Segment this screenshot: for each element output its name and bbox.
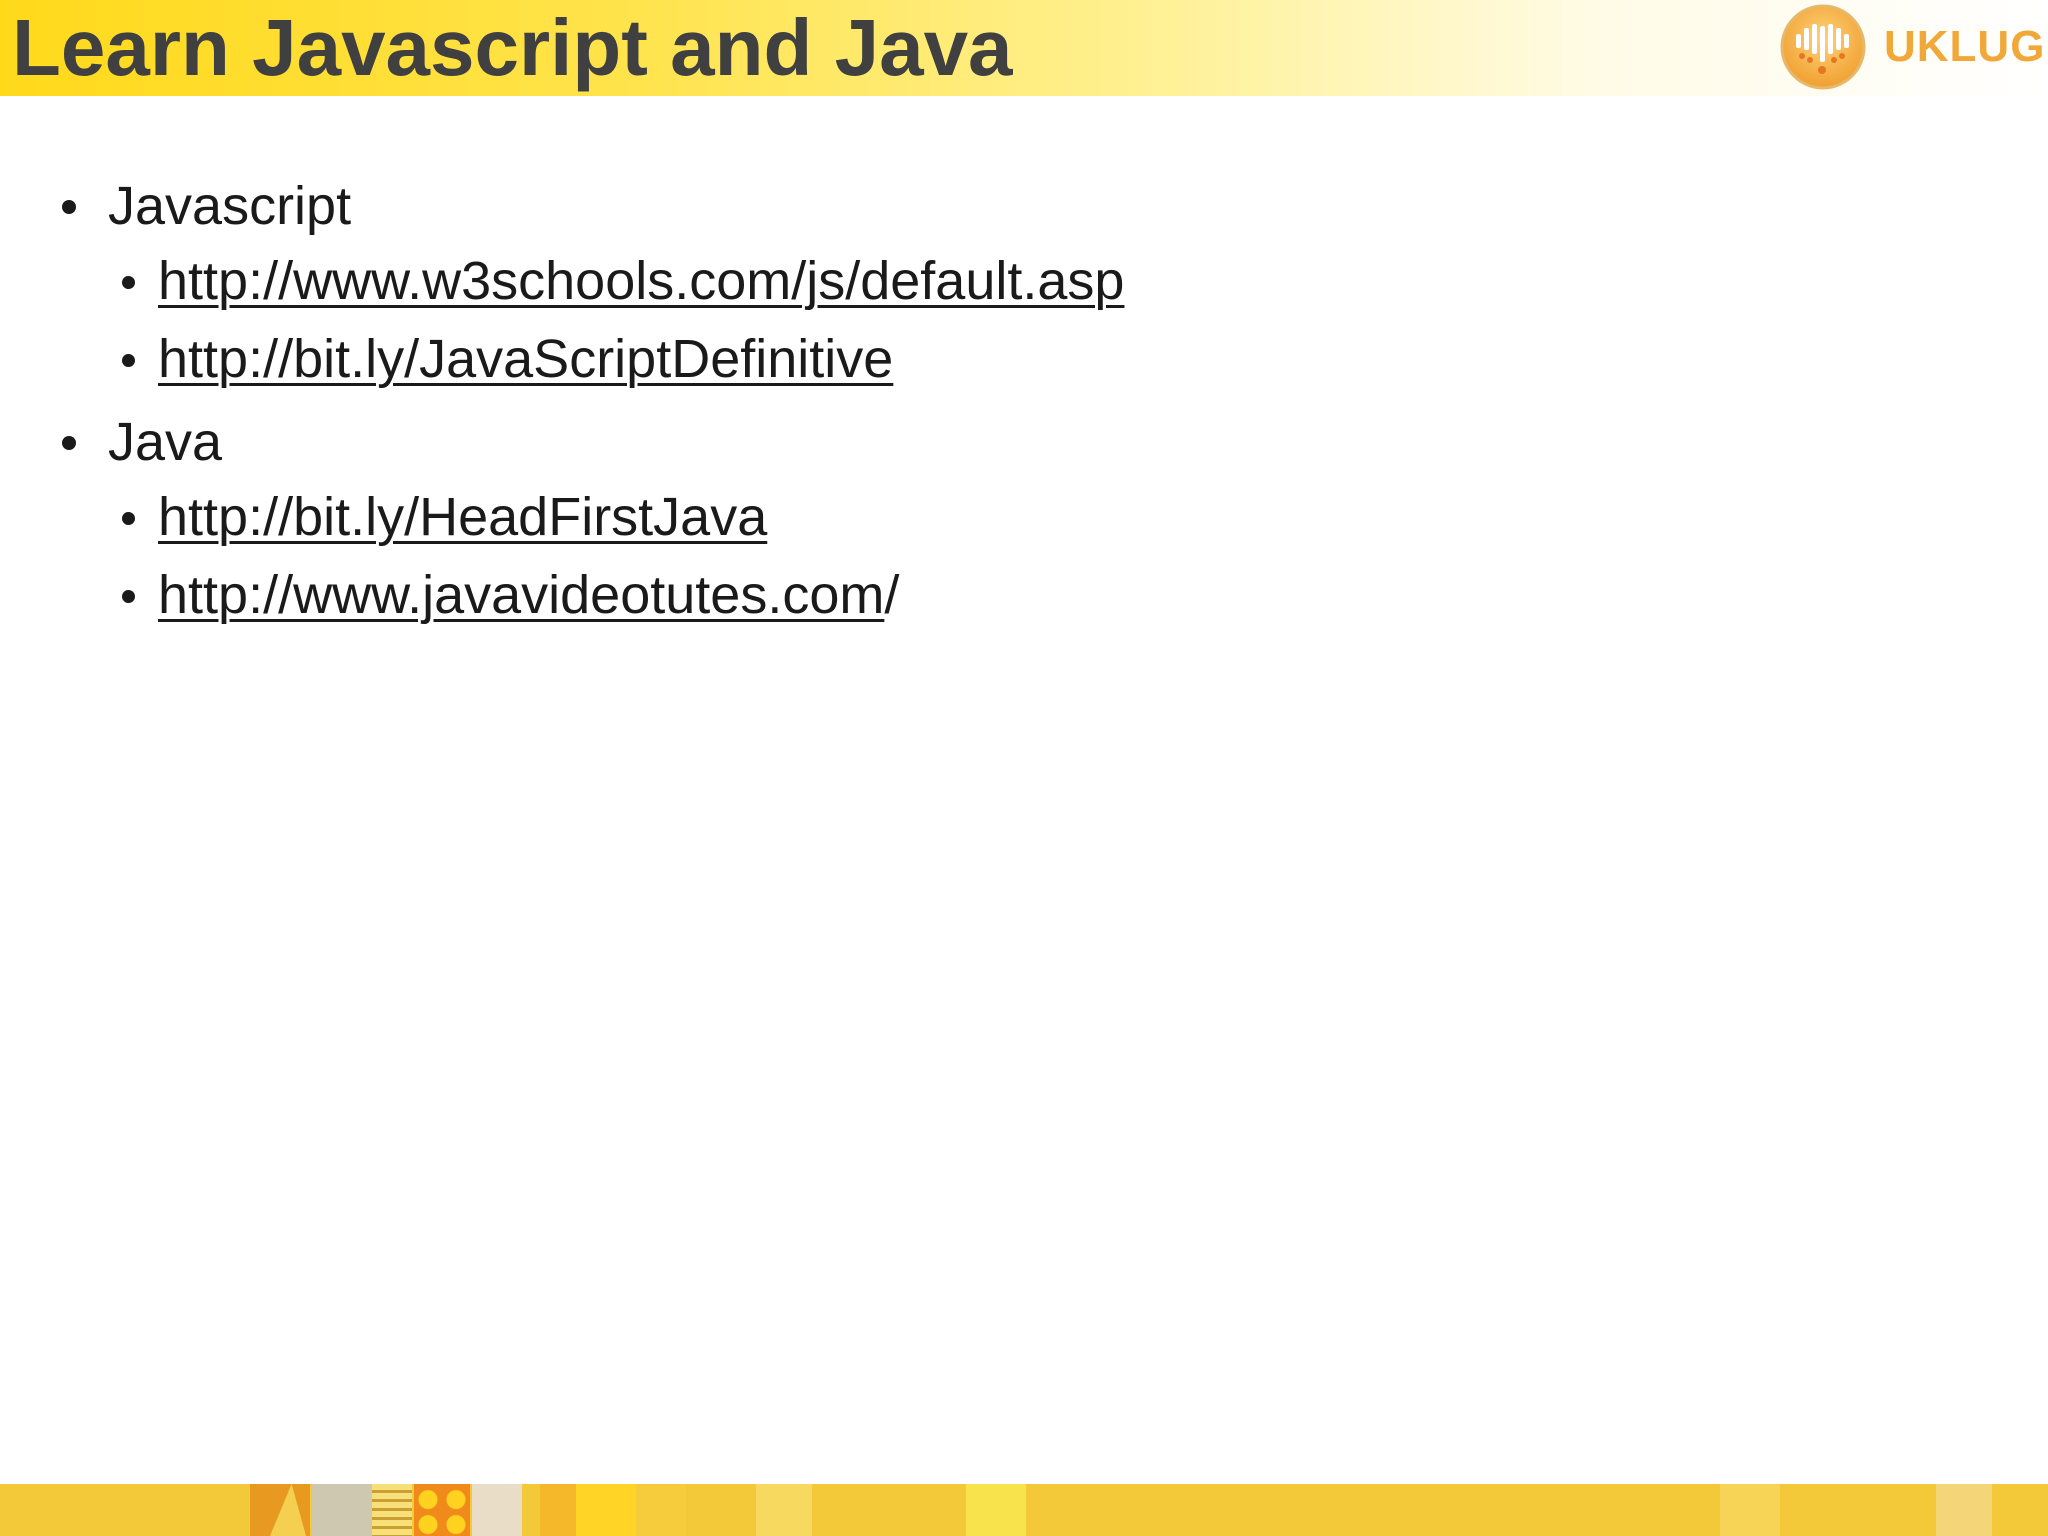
footer-tile [756, 1484, 812, 1536]
topic-item-javascript: Javascript http://www.w3schools.com/js/d… [0, 170, 2048, 398]
link-item: http://bit.ly/HeadFirstJava [122, 478, 2048, 556]
footer-tile [1720, 1484, 1780, 1536]
topic-label: Javascript [108, 176, 352, 236]
decorative-footer-band [0, 1484, 2048, 1536]
javavideotutes-link[interactable]: http://www.javavideotutes.com [158, 565, 884, 625]
title-bar: Learn Javascript and Java UKLUG [0, 0, 2048, 96]
footer-tile [312, 1484, 372, 1536]
head-first-java-link[interactable]: http://bit.ly/HeadFirstJava [158, 487, 767, 547]
bullet-icon [122, 512, 135, 525]
bullet-icon [62, 436, 76, 450]
footer-tile [540, 1484, 576, 1536]
footer-tile [966, 1484, 1026, 1536]
bullet-icon [122, 354, 135, 367]
link-list: http://www.w3schools.com/js/default.asp … [108, 242, 2048, 398]
footer-tile [372, 1484, 412, 1536]
topic-item-java: Java http://bit.ly/HeadFirstJava http://… [0, 406, 2048, 634]
javascript-definitive-link[interactable]: http://bit.ly/JavaScriptDefinitive [158, 329, 893, 389]
footer-tile [472, 1484, 522, 1536]
topic-label: Java [108, 412, 223, 472]
footer-tile [414, 1484, 470, 1536]
uklug-logo: UKLUG [1780, 4, 2044, 90]
slide-title: Learn Javascript and Java [12, 3, 1013, 92]
topic-list: Javascript http://www.w3schools.com/js/d… [0, 170, 2048, 634]
link-trailing-slash: / [884, 565, 900, 625]
w3schools-js-link[interactable]: http://www.w3schools.com/js/default.asp [158, 251, 1124, 311]
footer-tile [1936, 1484, 1992, 1536]
bullet-icon [122, 276, 135, 289]
link-item: http://www.javavideotutes.com/ [122, 556, 2048, 634]
footer-tile [576, 1484, 636, 1536]
link-item: http://bit.ly/JavaScriptDefinitive [122, 320, 2048, 398]
footer-tile [636, 1484, 686, 1536]
bullet-icon [62, 200, 76, 214]
slide: Learn Javascript and Java UKLUG Javascri… [0, 0, 2048, 1536]
link-list: http://bit.ly/HeadFirstJava http://www.j… [108, 478, 2048, 634]
slide-content: Javascript http://www.w3schools.com/js/d… [0, 170, 2048, 642]
link-item: http://www.w3schools.com/js/default.asp [122, 242, 2048, 320]
logo-text: UKLUG [1884, 22, 2046, 71]
uklug-emblem-icon [1780, 4, 1866, 90]
bullet-icon [122, 590, 135, 603]
